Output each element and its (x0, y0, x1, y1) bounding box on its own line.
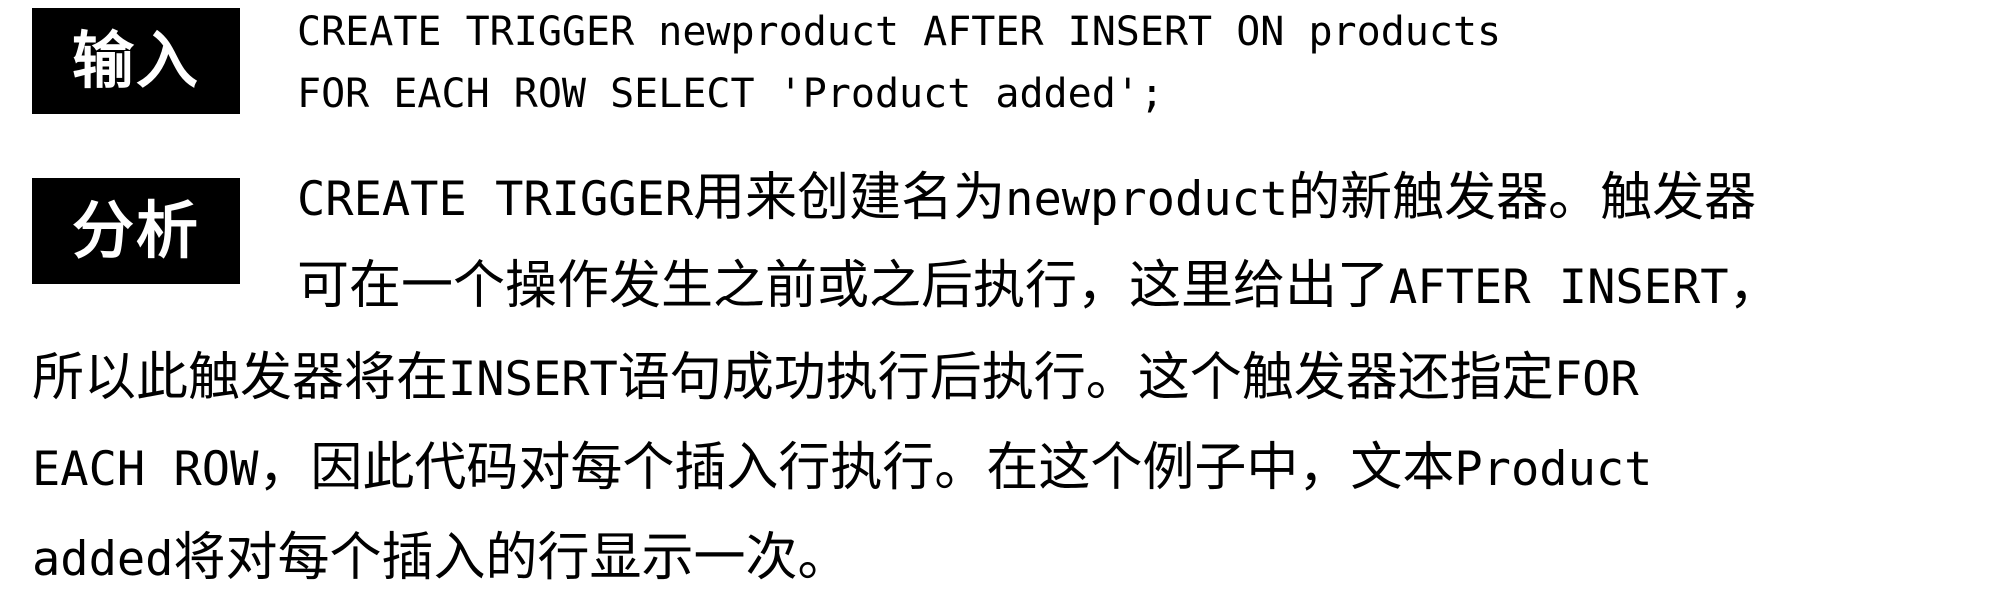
keyword-insert: INSERT (448, 352, 618, 407)
analysis-text: ，因此代码对每个插入行执行。在这个例子中，文本 (258, 438, 1455, 498)
analysis-line-4: EACH ROW，因此代码对每个插入行执行。在这个例子中，文本Product (32, 436, 1652, 502)
keyword-each-row: EACH ROW (32, 442, 259, 497)
keyword-create-trigger: CREATE TRIGGER (297, 172, 694, 227)
analysis-text: 将对每个插入的行显示一次。 (173, 528, 850, 588)
keyword-newproduct: newproduct (1005, 172, 1289, 227)
analysis-text: 用来创建名为 (693, 168, 1006, 228)
analysis-text: 语句成功执行后执行。这个触发器还指定 (617, 348, 1554, 408)
keyword-product: Product (1454, 442, 1653, 497)
analysis-text: ， (1728, 256, 1781, 316)
code-line-2: FOR EACH ROW SELECT 'Product added'; (297, 71, 1164, 117)
keyword-added: added (32, 532, 174, 587)
analysis-line-1: CREATE TRIGGER用来创建名为newproduct的新触发器。触发器 (297, 166, 1756, 232)
analysis-line-3: 所以此触发器将在INSERT语句成功执行后执行。这个触发器还指定FOR (32, 346, 1639, 412)
keyword-for: FOR (1553, 352, 1639, 407)
code-line-1: CREATE TRIGGER newproduct AFTER INSERT O… (297, 9, 1502, 55)
input-label: 输入 (32, 8, 240, 114)
keyword-after-insert: AFTER INSERT (1389, 260, 1729, 315)
analysis-label: 分析 (32, 178, 240, 284)
analysis-line-5: added将对每个插入的行显示一次。 (32, 526, 850, 592)
analysis-text: 可在一个操作发生之前或之后执行，这里给出了 (297, 256, 1390, 316)
analysis-text: 的新触发器。触发器 (1288, 168, 1757, 228)
analysis-line-2: 可在一个操作发生之前或之后执行，这里给出了AFTER INSERT， (297, 254, 1781, 320)
analysis-text: 所以此触发器将在 (32, 348, 449, 408)
